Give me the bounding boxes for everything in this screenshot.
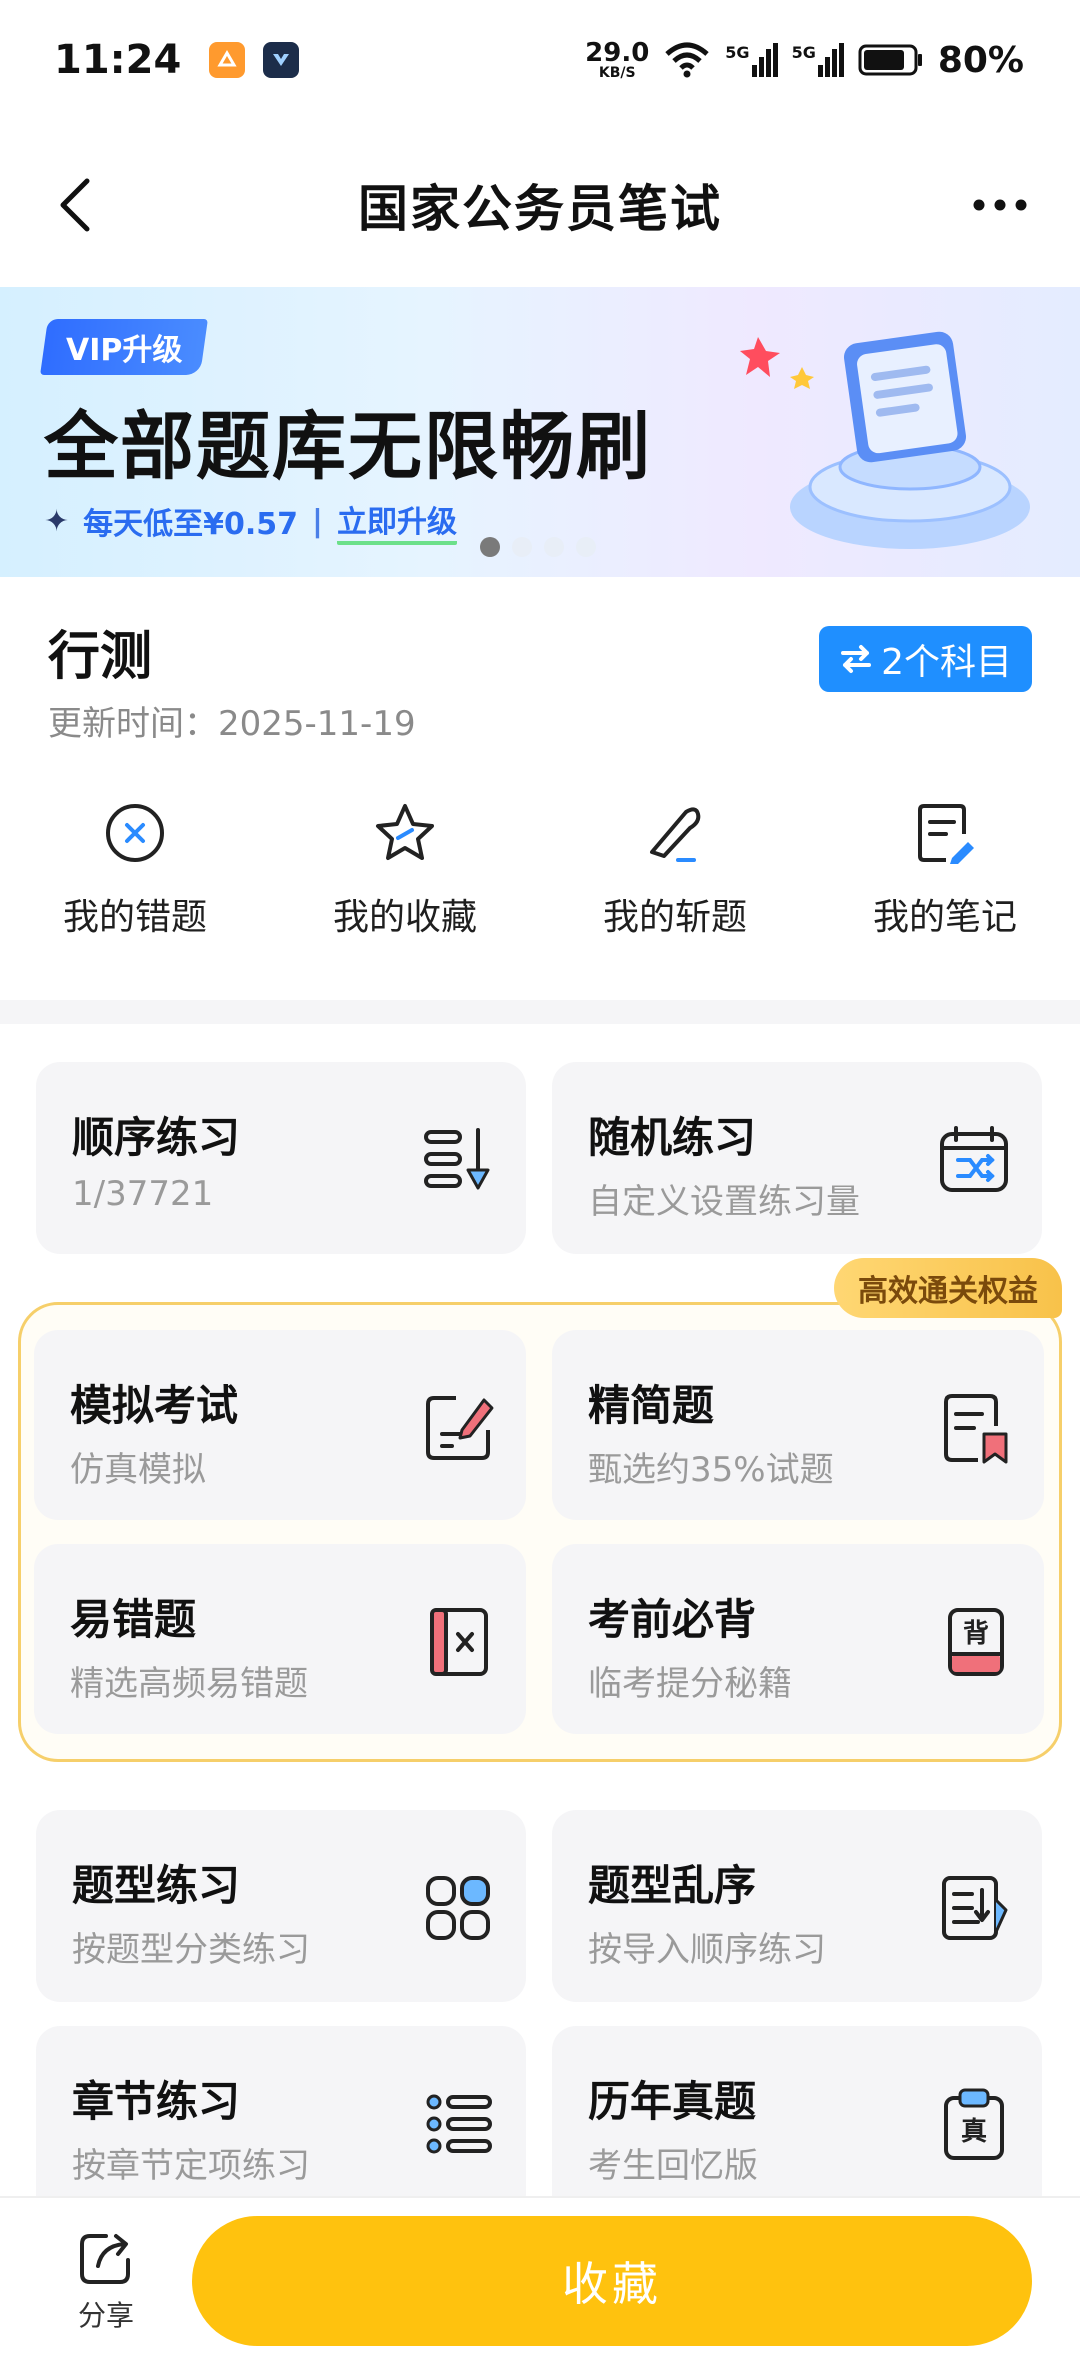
- sparkle-icon: ✦: [44, 503, 70, 539]
- question-bank-illustration-icon: [740, 331, 1030, 549]
- wrong-questions-icon: [106, 804, 164, 862]
- knife-icon: [650, 807, 701, 862]
- card-type-shuffle[interactable]: 题型乱序 按导入顺序练习: [552, 1810, 1042, 2002]
- battery-percent: 80%: [937, 39, 1024, 81]
- quick-actions: 我的错题 我的收藏 我的斩题 我的笔记: [0, 800, 1080, 970]
- share-button[interactable]: 分享: [56, 2228, 156, 2348]
- subject-updated-time: 更新时间：2025-11-19: [48, 704, 416, 744]
- battery-icon: [858, 44, 922, 76]
- pagination-dot[interactable]: [480, 537, 500, 557]
- error-book-icon: [430, 1608, 488, 1676]
- pagination-dot[interactable]: [544, 537, 564, 557]
- banner-sub: ✦ 每天低至¥0.57 | 立即升级: [44, 497, 458, 545]
- card-mock-exam[interactable]: 模拟考试 仿真模拟: [34, 1330, 526, 1520]
- pagination-dot[interactable]: [576, 537, 596, 557]
- card-random-practice[interactable]: 随机练习 自定义设置练习量: [552, 1062, 1042, 1254]
- quick-action-slashed[interactable]: 我的斩题: [540, 800, 810, 970]
- quick-action-favorites[interactable]: 我的收藏: [270, 800, 540, 970]
- signal-icon-2: 5G: [792, 43, 844, 77]
- top-nav: 国家公务员笔试: [0, 140, 1080, 270]
- premium-badge: 高效通关权益: [834, 1258, 1062, 1318]
- card-must-memorize[interactable]: 考前必背 临考提分秘籍 背: [552, 1544, 1044, 1734]
- share-icon: [80, 2234, 130, 2284]
- list-doc-icon: [942, 1876, 1008, 1940]
- banner-pagination: [480, 537, 596, 557]
- memorize-book-icon: 背: [948, 1608, 1004, 1676]
- banner-price: 每天低至¥0.57: [83, 507, 299, 542]
- quick-action-notes[interactable]: 我的笔记: [810, 800, 1080, 970]
- bottom-action-bar: 分享 收藏: [0, 2196, 1080, 2376]
- wifi-icon: [665, 42, 709, 78]
- sort-down-icon: [424, 1128, 490, 1190]
- app-notification-icon-2: [263, 42, 300, 78]
- card-error-prone[interactable]: 易错题 精选高频易错题: [34, 1544, 526, 1734]
- card-type-practice[interactable]: 题型练习 按题型分类练习: [36, 1810, 526, 2002]
- subject-header: 行测 更新时间：2025-11-19 2个科目: [0, 600, 1080, 750]
- subject-title: 行测: [48, 627, 153, 687]
- back-button[interactable]: [40, 170, 110, 240]
- chevron-left-icon: [60, 178, 90, 232]
- collect-button[interactable]: 收藏: [192, 2216, 1032, 2346]
- page-title: 国家公务员笔试: [358, 180, 722, 238]
- switch-subject-button[interactable]: 2个科目: [819, 626, 1032, 692]
- card-sequential-practice[interactable]: 顺序练习 1/37721: [36, 1062, 526, 1254]
- banner-headline: 全部题库无限畅刷: [44, 404, 652, 490]
- upgrade-link[interactable]: 立即升级: [337, 497, 458, 545]
- clipboard-icon: 真: [944, 2088, 1004, 2160]
- card-chapter-practice[interactable]: 章节练习 按章节定项练习: [36, 2026, 526, 2218]
- vip-tag: VIP升级: [40, 319, 209, 375]
- status-time: 11:24: [54, 37, 182, 83]
- pagination-dot[interactable]: [512, 537, 532, 557]
- app-notification-icon: [209, 42, 246, 78]
- list-icon: [426, 2094, 492, 2154]
- shuffle-calendar-icon: [940, 1126, 1008, 1192]
- notes-icon: [918, 804, 974, 864]
- more-button[interactable]: [960, 170, 1040, 240]
- status-bar: 11:24 29.0 KB/S 5G 5G 80%: [0, 0, 1080, 120]
- signal-icon: 5G: [725, 43, 778, 77]
- banner-separator: |: [312, 503, 324, 539]
- card-past-papers[interactable]: 历年真题 考生回忆版 真: [552, 2026, 1042, 2218]
- svg-text:真: 真: [961, 2117, 987, 2147]
- network-speed: 29.0 KB/S: [585, 38, 650, 81]
- bookmark-doc-icon: [944, 1394, 1008, 1464]
- more-dots-icon: [973, 199, 1027, 211]
- card-refined[interactable]: 精简题 甄选约35%试题: [552, 1330, 1044, 1520]
- quick-action-wrong[interactable]: 我的错题: [0, 800, 270, 970]
- grid-icon: [426, 1876, 490, 1940]
- svg-text:背: 背: [963, 1619, 989, 1649]
- swap-arrows-icon: [841, 645, 872, 673]
- vip-banner[interactable]: VIP升级 全部题库无限畅刷 ✦ 每天低至¥0.57 | 立即升级: [0, 287, 1080, 577]
- section-divider: [0, 1000, 1080, 1024]
- edit-paper-icon: [426, 1396, 494, 1460]
- star-icon: [376, 804, 434, 860]
